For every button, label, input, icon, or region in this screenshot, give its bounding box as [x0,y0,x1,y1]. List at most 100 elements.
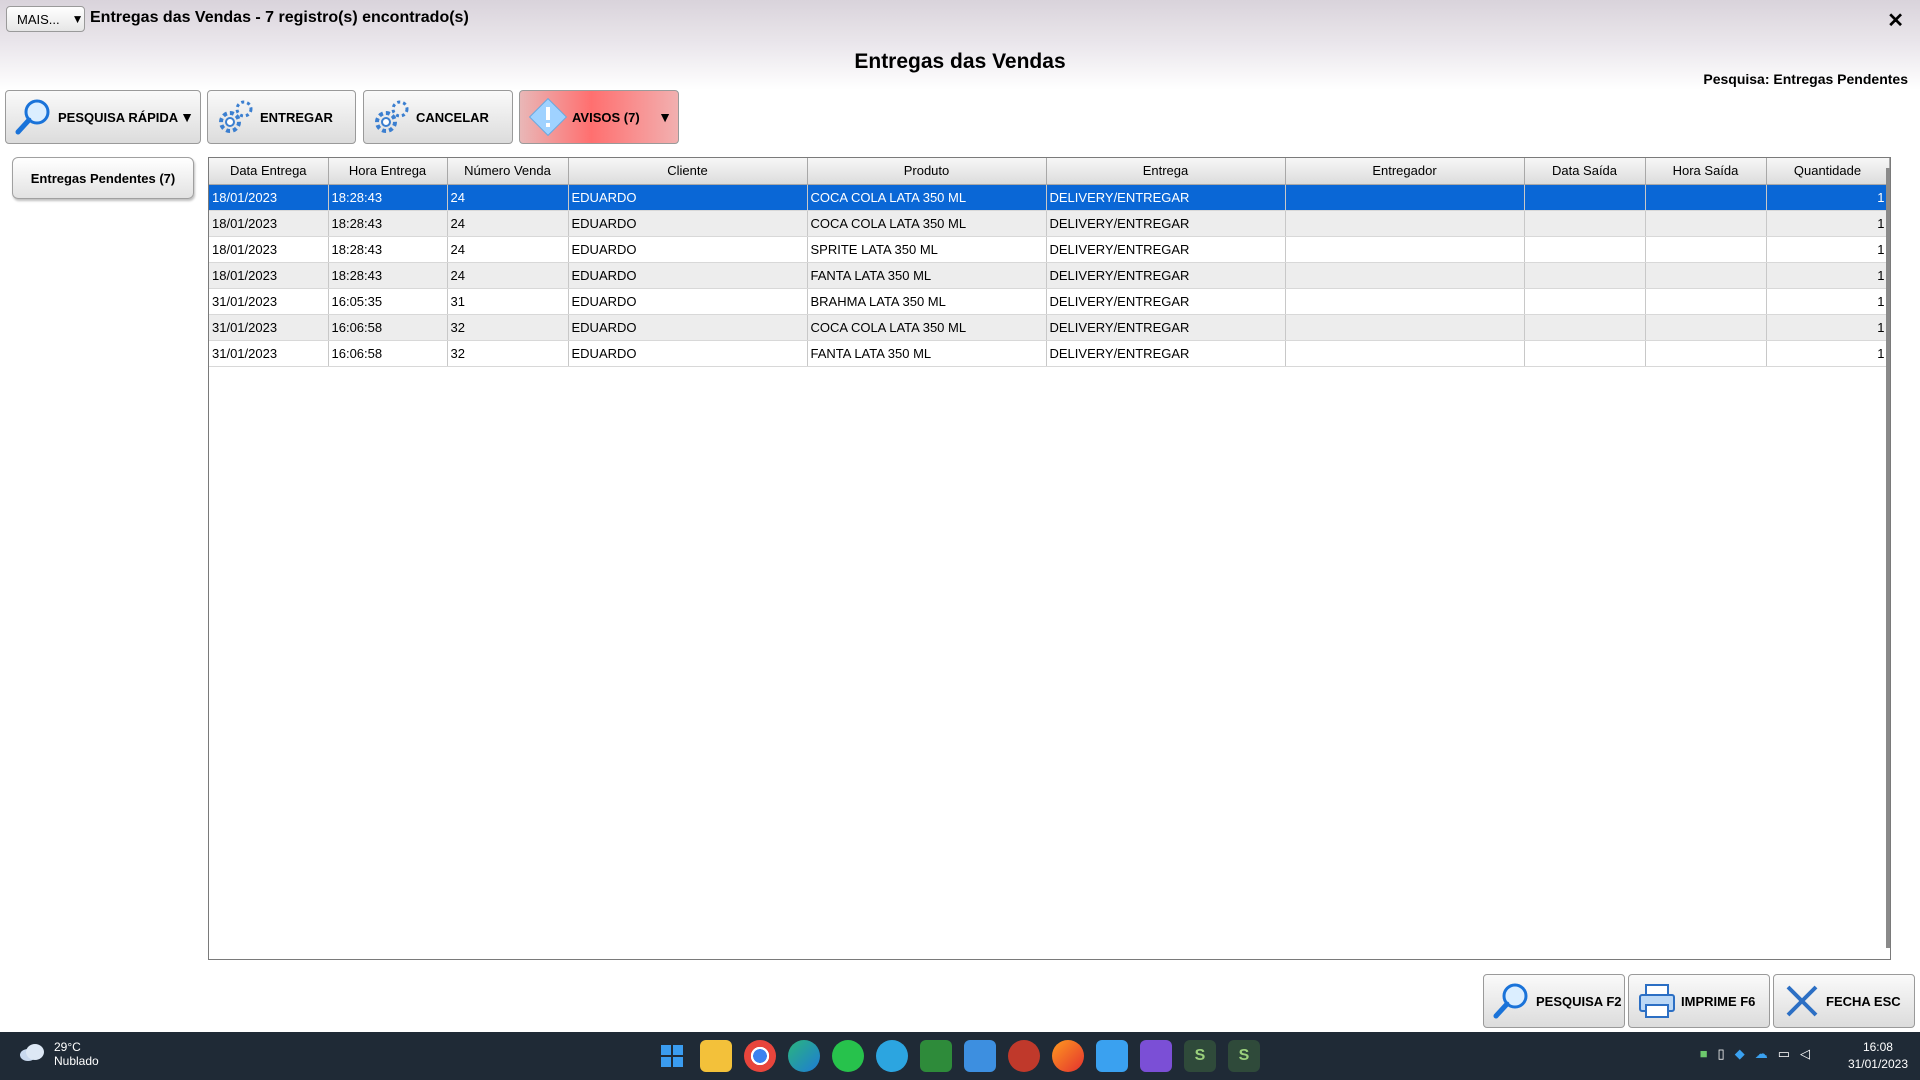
app-icon[interactable] [1008,1040,1040,1072]
search-f2-button[interactable]: PESQUISA F2 [1483,974,1625,1028]
spreadsheet-icon[interactable] [920,1040,952,1072]
deliveries-grid: Data Entrega Hora Entrega Número Venda C… [208,157,1891,960]
table-cell: DELIVERY/ENTREGAR [1046,340,1286,367]
table-cell: 16:05:35 [328,288,448,315]
column-header-data-entrega[interactable]: Data Entrega [209,158,329,185]
table-cell [1645,236,1767,263]
taskbar: 29°C Nublado S S ■ ▯ ◆ ☁ ▭ ◁ 16:08 31/01… [0,1032,1920,1080]
shield-icon[interactable]: ◆ [1735,1046,1745,1062]
column-header-entregador[interactable]: Entregador [1285,158,1525,185]
column-header-data-saida[interactable]: Data Saída [1524,158,1646,185]
table-cell: DELIVERY/ENTREGAR [1046,262,1286,289]
table-cell [1285,288,1525,315]
tab-pending-deliveries[interactable]: Entregas Pendentes (7) [12,157,194,199]
search-icon [1492,981,1532,1021]
weather-condition: Nublado [54,1054,99,1068]
table-cell: 32 [447,314,569,341]
table-cell [1524,340,1646,367]
close-icon[interactable]: ✕ [1887,8,1904,33]
table-cell: 24 [447,210,569,237]
table-cell: DELIVERY/ENTREGAR [1046,314,1286,341]
edge-icon[interactable] [788,1040,820,1072]
print-f6-label: IMPRIME F6 [1681,993,1756,1009]
table-cell: 18/01/2023 [209,210,329,237]
vertical-scrollbar[interactable] [1886,168,1890,948]
table-cell [1524,184,1646,211]
close-icon [1782,981,1822,1021]
table-row[interactable]: 31/01/2023 16:06:58 32 EDUARDO FANTA LAT… [209,340,1890,367]
column-header-numero-venda[interactable]: Número Venda [447,158,569,185]
column-header-entrega[interactable]: Entrega [1046,158,1286,185]
taskbar-apps: S S [656,1040,1260,1072]
cloud-sync-icon[interactable]: ☁ [1755,1046,1768,1062]
clock[interactable]: 16:08 31/01/2023 [1848,1039,1908,1073]
table-cell [1645,314,1767,341]
mail-icon[interactable] [964,1040,996,1072]
table-row[interactable]: 31/01/2023 16:06:58 32 EDUARDO COCA COLA… [209,314,1890,341]
table-cell [1524,210,1646,237]
battery-icon[interactable]: ▯ [1718,1046,1725,1062]
system-app-2-icon[interactable]: S [1228,1040,1260,1072]
volume-icon[interactable]: ◁ [1800,1046,1810,1062]
table-cell: 24 [447,236,569,263]
column-header-produto[interactable]: Produto [807,158,1047,185]
weather-widget[interactable]: 29°C Nublado [18,1040,99,1068]
network-icon[interactable]: ▭ [1778,1046,1790,1062]
quick-search-button[interactable]: PESQUISA RÁPIDA ▼ [5,90,201,144]
table-cell: 1 [1766,288,1890,315]
start-icon[interactable] [656,1040,688,1072]
table-cell [1524,262,1646,289]
column-header-quantidade[interactable]: Quantidade [1766,158,1890,185]
print-f6-button[interactable]: IMPRIME F6 [1628,974,1770,1028]
clock-date: 31/01/2023 [1847,1057,1908,1071]
close-esc-button[interactable]: FECHA ESC [1773,974,1915,1028]
video-editor-icon[interactable] [1140,1040,1172,1072]
chevron-down-icon: ▼ [71,12,84,26]
quick-search-label: PESQUISA RÁPIDA [58,109,179,125]
table-cell: FANTA LATA 350 ML [807,262,1047,289]
table-row[interactable]: 18/01/2023 18:28:43 24 EDUARDO FANTA LAT… [209,262,1890,289]
chevron-down-icon[interactable]: ▼ [180,109,194,125]
table-cell: DELIVERY/ENTREGAR [1046,236,1286,263]
mais-label: MAIS... [17,11,60,27]
notepad-icon[interactable] [1096,1040,1128,1072]
table-cell: 31 [447,288,569,315]
table-cell: EDUARDO [568,288,808,315]
cancel-label: CANCELAR [416,109,489,125]
table-row[interactable]: 18/01/2023 18:28:43 24 EDUARDO COCA COLA… [209,184,1890,211]
table-cell [1285,184,1525,211]
table-cell: 32 [447,340,569,367]
mais-button[interactable]: MAIS... ▼ [6,6,85,32]
table-cell [1645,210,1767,237]
firefox-icon[interactable] [1052,1040,1084,1072]
file-explorer-icon[interactable] [700,1040,732,1072]
gear-icon [216,97,256,137]
table-row[interactable]: 18/01/2023 18:28:43 24 EDUARDO COCA COLA… [209,210,1890,237]
cancel-button[interactable]: CANCELAR [363,90,513,144]
table-cell [1524,288,1646,315]
table-row[interactable]: 18/01/2023 18:28:43 24 EDUARDO SPRITE LA… [209,236,1890,263]
warnings-label: AVISOS (7) [572,109,640,125]
column-header-hora-saida[interactable]: Hora Saída [1645,158,1767,185]
whatsapp-icon[interactable] [832,1040,864,1072]
warnings-button[interactable]: AVISOS (7) ▼ [519,90,679,144]
chevron-down-icon[interactable]: ▼ [658,109,672,125]
app-tray-icon[interactable]: ■ [1700,1046,1708,1062]
table-cell: 18:28:43 [328,262,448,289]
table-cell: EDUARDO [568,340,808,367]
column-header-cliente[interactable]: Cliente [568,158,808,185]
system-app-icon[interactable]: S [1184,1040,1216,1072]
column-header-hora-entrega[interactable]: Hora Entrega [328,158,448,185]
table-cell: EDUARDO [568,236,808,263]
chrome-icon[interactable] [744,1040,776,1072]
table-cell: 31/01/2023 [209,340,329,367]
table-cell: EDUARDO [568,262,808,289]
gear-icon [372,97,412,137]
telegram-icon[interactable] [876,1040,908,1072]
deliver-button[interactable]: ENTREGAR [207,90,356,144]
table-cell: 18:28:43 [328,184,448,211]
table-cell [1645,340,1767,367]
table-cell: DELIVERY/ENTREGAR [1046,184,1286,211]
printer-icon [1637,981,1677,1021]
table-row[interactable]: 31/01/2023 16:05:35 31 EDUARDO BRAHMA LA… [209,288,1890,315]
